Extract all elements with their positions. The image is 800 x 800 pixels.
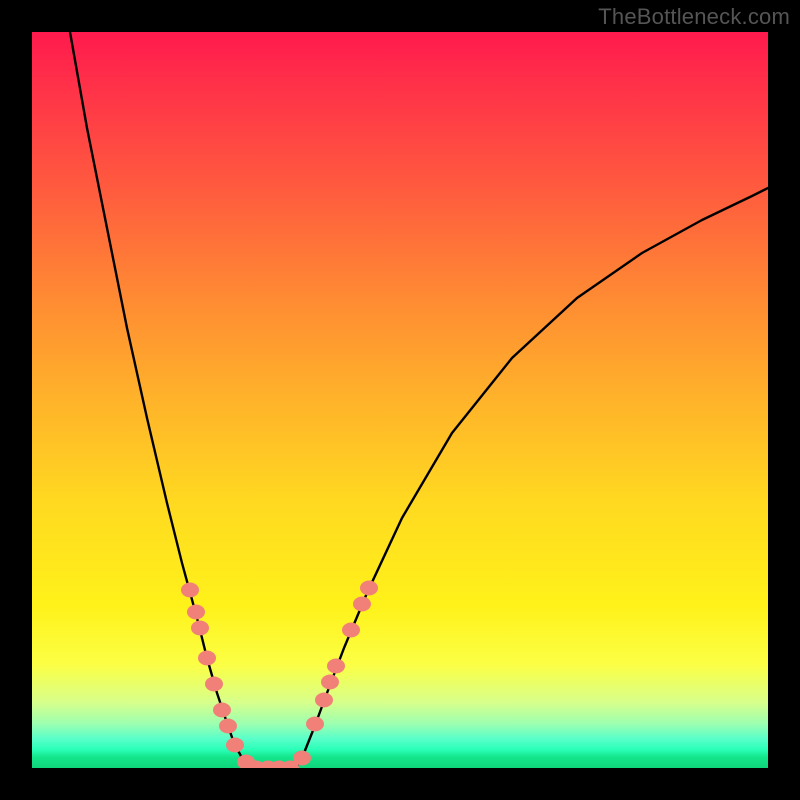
highlight-dot <box>213 703 231 718</box>
highlight-dot <box>327 659 345 674</box>
highlight-dot <box>293 751 311 766</box>
highlight-dot <box>342 623 360 638</box>
watermark-text: TheBottleneck.com <box>598 4 790 30</box>
highlight-dot <box>353 597 371 612</box>
plot-area <box>32 32 768 768</box>
highlight-dot <box>315 693 333 708</box>
highlight-dot <box>306 717 324 732</box>
highlight-dot <box>198 651 216 666</box>
highlight-dot <box>191 621 209 636</box>
chart-frame: TheBottleneck.com <box>0 0 800 800</box>
highlight-dot <box>181 583 199 598</box>
bottleneck-curve <box>32 32 768 768</box>
highlight-dot <box>187 605 205 620</box>
highlight-dot <box>226 738 244 753</box>
highlight-dot <box>219 719 237 734</box>
highlight-dot <box>205 677 223 692</box>
curve-path <box>70 32 768 768</box>
highlight-dot <box>321 675 339 690</box>
highlight-dot <box>360 581 378 596</box>
